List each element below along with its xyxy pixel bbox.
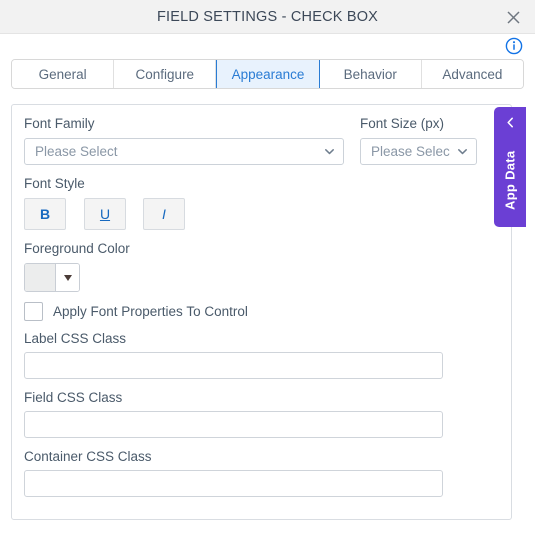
- tab-general-label: General: [38, 66, 87, 82]
- tab-general[interactable]: General: [12, 60, 115, 88]
- font-family-label: Font Family: [24, 116, 95, 131]
- field-css-class-label: Field CSS Class: [24, 390, 123, 405]
- foreground-color-picker[interactable]: [24, 263, 80, 292]
- chevron-down-icon: [456, 146, 468, 158]
- font-style-label: Font Style: [24, 176, 85, 191]
- chevron-down-icon: [323, 146, 335, 158]
- apply-font-properties-label: Apply Font Properties To Control: [53, 304, 248, 319]
- apply-font-properties-row[interactable]: Apply Font Properties To Control: [24, 301, 248, 322]
- foreground-color-label: Foreground Color: [24, 241, 130, 256]
- bold-button[interactable]: B: [24, 198, 66, 230]
- dialog-titlebar: FIELD SETTINGS - CHECK BOX: [0, 0, 535, 34]
- tab-advanced[interactable]: Advanced: [421, 60, 523, 88]
- tab-behavior[interactable]: Behavior: [319, 60, 422, 88]
- tab-advanced-label: Advanced: [442, 66, 503, 82]
- app-data-tab[interactable]: App Data: [494, 107, 526, 227]
- bold-button-label: B: [39, 206, 51, 222]
- close-icon: [506, 10, 521, 25]
- chevron-left-icon: [494, 113, 526, 131]
- color-swatch: [25, 264, 56, 291]
- container-css-class-label: Container CSS Class: [24, 449, 152, 464]
- apply-font-properties-checkbox[interactable]: [24, 302, 43, 321]
- tab-behavior-label: Behavior: [343, 66, 397, 82]
- container-css-class-input[interactable]: [24, 470, 443, 497]
- info-icon: [505, 37, 523, 55]
- info-button[interactable]: [505, 37, 523, 55]
- label-css-class-input[interactable]: [24, 352, 443, 379]
- underline-button-label: U: [99, 206, 111, 222]
- font-family-select[interactable]: Please Select: [24, 138, 344, 165]
- italic-button[interactable]: I: [143, 198, 185, 230]
- font-size-select[interactable]: Please Select: [360, 138, 477, 165]
- font-size-label: Font Size (px): [360, 116, 445, 131]
- close-button[interactable]: [501, 6, 525, 28]
- caret-down-icon: [63, 274, 72, 281]
- app-data-tab-label: App Data: [502, 150, 518, 210]
- italic-button-label: I: [162, 206, 166, 222]
- color-dropdown-button[interactable]: [56, 264, 79, 291]
- underline-button[interactable]: U: [84, 198, 126, 230]
- settings-tabs: General Configure Appearance Behavior Ad…: [11, 59, 524, 89]
- tab-appearance-label: Appearance: [231, 66, 305, 82]
- font-size-value: Please Select: [371, 144, 450, 159]
- tab-appearance[interactable]: Appearance: [216, 60, 320, 88]
- font-family-value: Please Select: [35, 144, 118, 159]
- tab-configure-label: Configure: [135, 66, 195, 82]
- label-css-class-label: Label CSS Class: [24, 331, 127, 346]
- dialog-title: FIELD SETTINGS - CHECK BOX: [156, 9, 379, 25]
- tab-configure[interactable]: Configure: [114, 60, 217, 88]
- field-css-class-input[interactable]: [24, 411, 443, 438]
